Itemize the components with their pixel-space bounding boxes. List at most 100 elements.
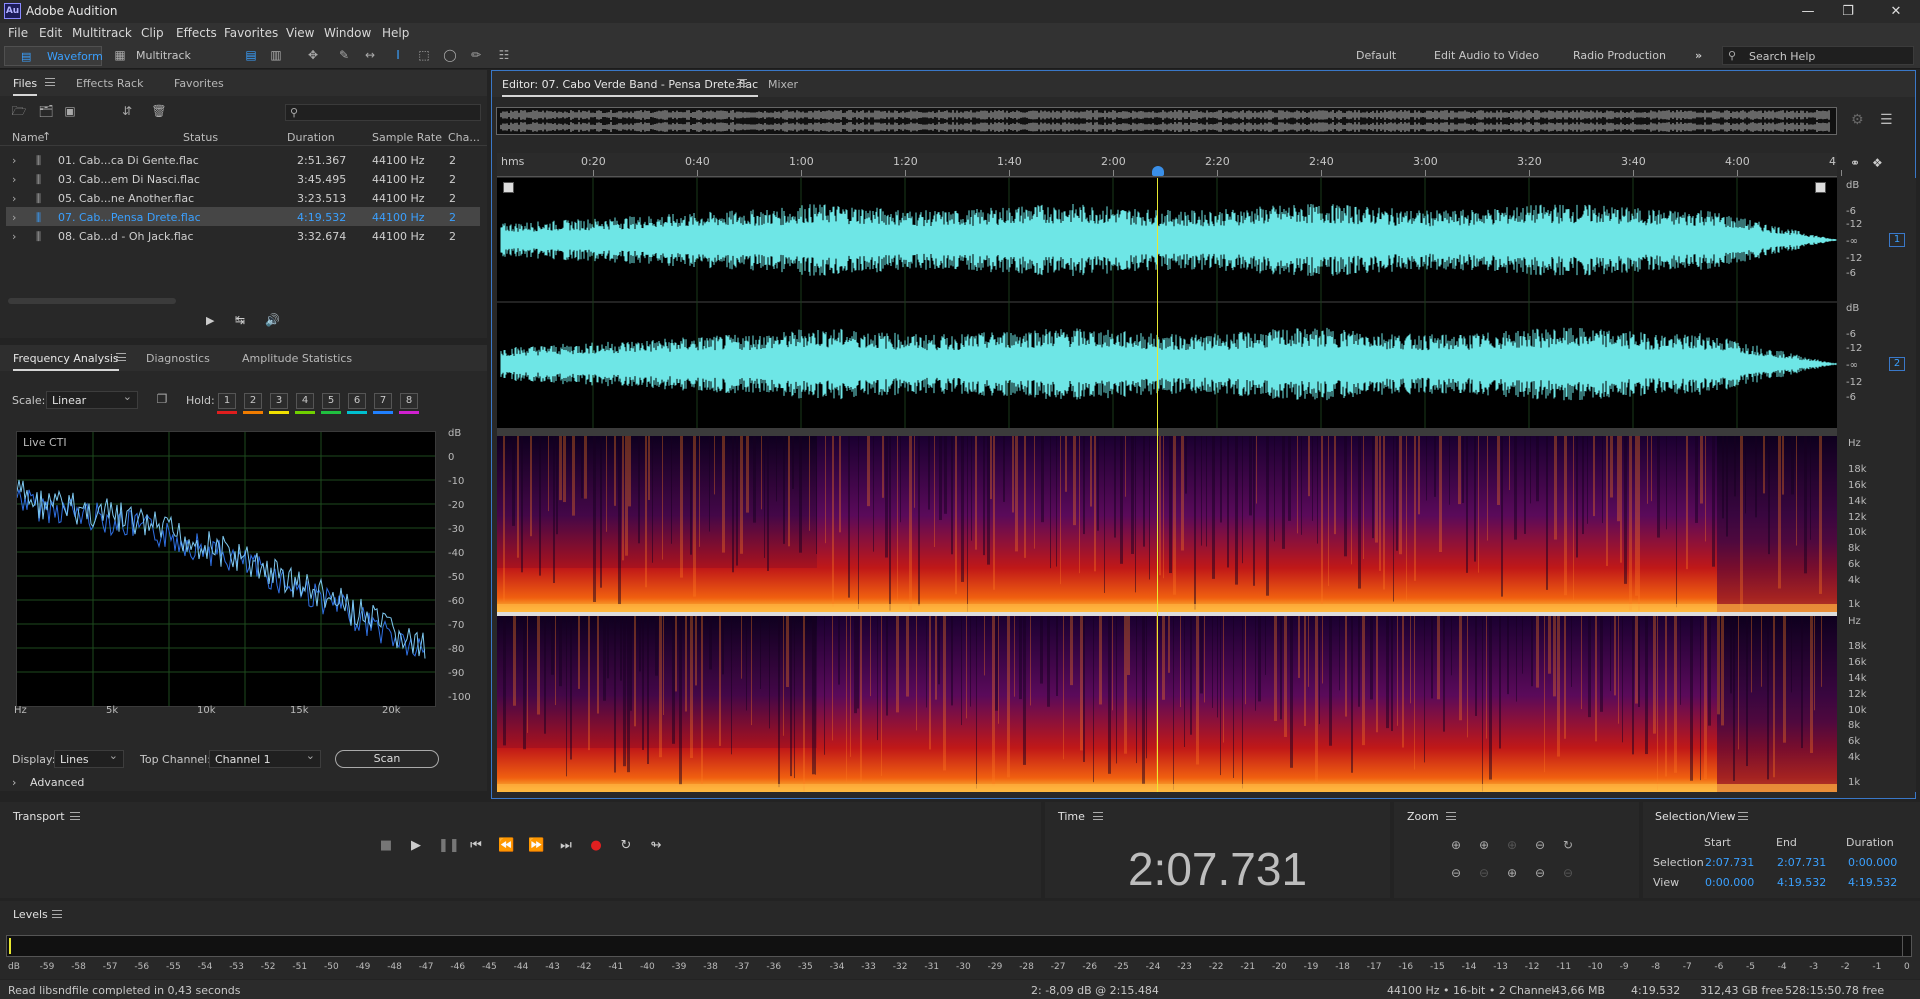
tab-amplitude-statistics[interactable]: Amplitude Statistics xyxy=(242,352,352,365)
top-channel-select[interactable]: Channel 1 xyxy=(209,749,321,768)
col-duration[interactable]: Duration xyxy=(287,131,335,144)
view-duration-field[interactable]: 4:19.532 xyxy=(1848,876,1897,889)
loop-file-icon[interactable]: ↹ xyxy=(235,313,245,327)
zoom-in-time-icon[interactable]: ⊕ xyxy=(1476,838,1492,852)
channel-2-badge[interactable]: 2 xyxy=(1889,357,1905,371)
spot-healing-tool-icon[interactable]: ☷ xyxy=(496,48,512,62)
tab-effects-rack[interactable]: Effects Rack xyxy=(76,77,143,90)
waveform-display[interactable] xyxy=(497,178,1837,428)
fast-forward-icon[interactable]: ⏩ xyxy=(528,838,544,854)
brush-tool-icon[interactable]: ✏ xyxy=(468,48,484,62)
move-tool-icon[interactable]: ✥ xyxy=(305,48,321,62)
zoom-in-amplitude-icon[interactable]: ⊕ xyxy=(1448,838,1464,852)
tab-diagnostics[interactable]: Diagnostics xyxy=(146,352,210,365)
view-divider[interactable] xyxy=(497,428,1837,436)
col-status[interactable]: Status xyxy=(183,131,218,144)
scan-button[interactable]: Scan xyxy=(335,750,439,768)
razor-tool-icon[interactable]: ✎ xyxy=(336,48,352,62)
hud-icon[interactable] xyxy=(503,182,514,193)
zoom-out-amplitude-icon[interactable]: ⊖ xyxy=(1448,866,1464,880)
expand-icon[interactable]: › xyxy=(12,230,16,243)
expand-icon[interactable]: › xyxy=(12,211,16,224)
import-file-icon[interactable]: 🗂 xyxy=(38,104,54,118)
zoom-out-point-icon[interactable]: ⊖ xyxy=(1532,866,1548,880)
zoom-to-selection-icon[interactable]: ⊕ xyxy=(1504,838,1520,852)
files-search-input[interactable]: ⚲ xyxy=(285,104,481,121)
overview-navigator[interactable] xyxy=(496,107,1837,135)
view-start-field[interactable]: 0:00.000 xyxy=(1705,876,1754,889)
transport-menu-icon[interactable] xyxy=(70,812,80,820)
menu-file[interactable]: File xyxy=(8,26,28,40)
col-name[interactable]: Name xyxy=(12,131,44,144)
expand-view-icon[interactable] xyxy=(1815,182,1826,193)
marker-pin-icon[interactable]: ❖ xyxy=(1872,156,1883,170)
hold-traces-icon[interactable]: ❐ xyxy=(154,392,170,406)
spectral-waveform-icon[interactable]: ▤ xyxy=(243,48,259,62)
zoom-in-point-icon[interactable]: ⊕ xyxy=(1504,866,1520,880)
pause-icon[interactable]: ❚❚ xyxy=(438,838,460,854)
play-file-icon[interactable]: ▶ xyxy=(206,314,214,327)
more-workspaces-icon[interactable]: » xyxy=(1695,49,1702,62)
hold-button-3[interactable]: 3 xyxy=(270,393,288,409)
marquee-tool-icon[interactable]: ⬚ xyxy=(416,48,432,62)
tab-mixer[interactable]: Mixer xyxy=(768,78,798,91)
skip-selection-icon[interactable]: ↬ xyxy=(648,838,664,854)
new-file-icon[interactable]: ▣ xyxy=(62,104,78,118)
display-select[interactable]: Lines xyxy=(54,749,124,768)
search-help-field[interactable]: ⚲ Search Help xyxy=(1722,46,1914,65)
time-selection-tool-icon[interactable]: I xyxy=(390,48,406,62)
channel-map-icon[interactable]: ☰ xyxy=(1880,112,1893,128)
advanced-label[interactable]: Advanced xyxy=(30,776,84,789)
time-ruler[interactable]: hms 0:20 0:40 1:00 1:20 1:40 2:00 2:20 2:40 3:00… xyxy=(497,153,1842,177)
view-end-field[interactable]: 4:19.532 xyxy=(1777,876,1826,889)
menu-effects[interactable]: Effects xyxy=(176,26,217,40)
go-to-start-icon[interactable]: ⏮ xyxy=(468,838,484,854)
hold-button-6[interactable]: 6 xyxy=(348,393,366,409)
rewind-icon[interactable]: ⏪ xyxy=(498,838,514,854)
selection-duration-field[interactable]: 0:00.000 xyxy=(1848,856,1897,869)
delete-icon[interactable]: 🗑 xyxy=(151,104,167,118)
menu-window[interactable]: Window xyxy=(324,26,371,40)
file-row[interactable]: › ⫼ 08. Cab...d - Oh Jack.flac 3:32.674 4410… xyxy=(6,226,480,245)
channel-1-badge[interactable]: 1 xyxy=(1889,233,1905,247)
selection-menu-icon[interactable] xyxy=(1738,812,1748,820)
menu-view[interactable]: View xyxy=(286,26,314,40)
zoom-menu-icon[interactable] xyxy=(1446,812,1456,820)
menu-clip[interactable]: Clip xyxy=(141,26,164,40)
tab-editor[interactable]: Editor: 07. Cabo Verde Band - Pensa Dret… xyxy=(502,78,759,97)
menu-help[interactable]: Help xyxy=(382,26,409,40)
file-row[interactable]: › ⫼ 01. Cab...ca Di Gente.flac 2:51.367 4410… xyxy=(6,150,480,169)
lasso-tool-icon[interactable]: ◯ xyxy=(442,48,458,62)
time-menu-icon[interactable] xyxy=(1093,812,1103,820)
hold-button-7[interactable]: 7 xyxy=(374,393,392,409)
workspace-edit-audio-to-video[interactable]: Edit Audio to Video xyxy=(1434,49,1539,62)
menu-edit[interactable]: Edit xyxy=(39,26,62,40)
zoom-selection-out-icon[interactable]: ⊖ xyxy=(1560,866,1576,880)
multitrack-button[interactable]: Multitrack xyxy=(136,49,191,62)
tab-favorites[interactable]: Favorites xyxy=(174,77,224,90)
stop-icon[interactable]: ■ xyxy=(378,838,394,854)
editor-menu-icon[interactable] xyxy=(737,79,747,87)
spectral-pitch-icon[interactable]: ▥ xyxy=(268,48,284,62)
levels-menu-icon[interactable] xyxy=(52,910,62,918)
col-sample-rate[interactable]: Sample Rate xyxy=(372,131,442,144)
file-row[interactable]: › ⫼ 07. Cab...Pensa Drete.flac 4:19.532 4410… xyxy=(6,207,480,226)
expand-icon[interactable]: › xyxy=(12,154,16,167)
close-icon[interactable]: ✕ xyxy=(1876,2,1916,21)
playhead-handle[interactable] xyxy=(1152,166,1164,176)
zoom-out-full-icon[interactable]: ⊖ xyxy=(1532,838,1548,852)
expand-icon[interactable]: › xyxy=(12,192,16,205)
play-icon[interactable]: ▶ xyxy=(408,838,424,854)
selection-start-field[interactable]: 2:07.731 xyxy=(1705,856,1754,869)
hold-button-2[interactable]: 2 xyxy=(244,393,262,409)
hold-button-5[interactable]: 5 xyxy=(322,393,340,409)
selection-end-field[interactable]: 2:07.731 xyxy=(1777,856,1826,869)
menu-multitrack[interactable]: Multitrack xyxy=(72,26,132,40)
files-scrollbar[interactable] xyxy=(8,298,176,304)
expand-icon[interactable]: › xyxy=(12,173,16,186)
files-menu-icon[interactable] xyxy=(45,78,55,86)
waveform-button[interactable]: ▤ Waveform xyxy=(4,46,103,66)
zoom-reset-icon[interactable]: ↻ xyxy=(1560,838,1576,852)
hold-button-1[interactable]: 1 xyxy=(218,393,236,409)
spectral-display[interactable] xyxy=(497,436,1837,792)
